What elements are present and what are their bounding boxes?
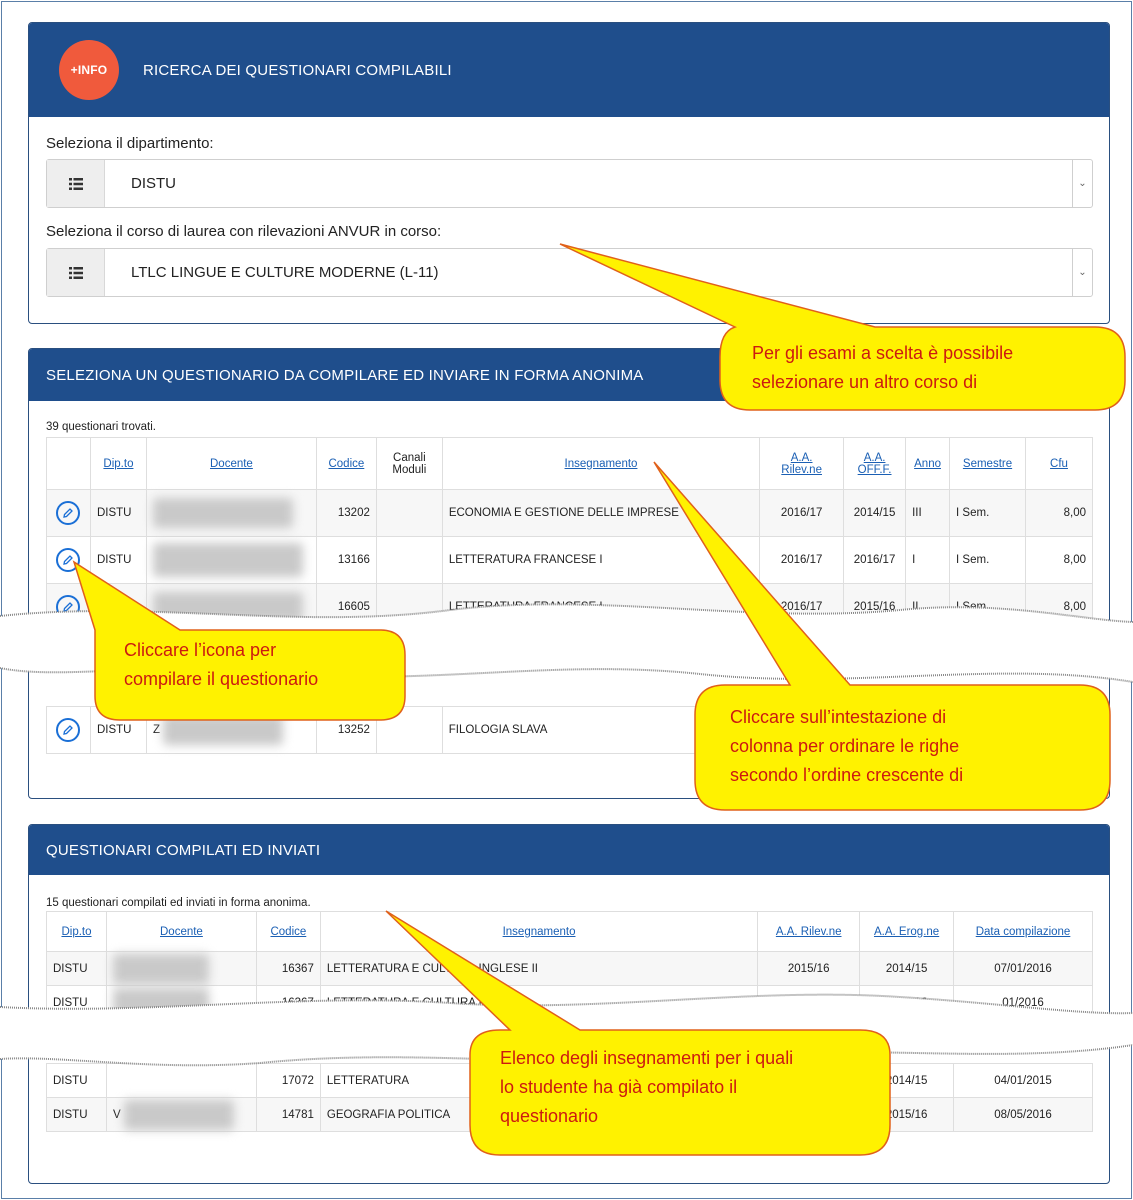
callout-3-line: Cliccare sull’intestazione di	[730, 707, 947, 727]
callout-4-line: lo studente ha già compilato il	[500, 1077, 738, 1097]
cell-docente	[105, 985, 257, 1020]
col-header-dipto[interactable]: Dip.to	[46, 911, 107, 952]
col-header-codice[interactable]: Codice	[255, 911, 321, 952]
chevron-down-icon[interactable]: ⌄	[1072, 160, 1092, 207]
cell-docente	[105, 1063, 257, 1098]
callout-2-line: compilare il questionario	[124, 669, 319, 689]
completed-panel-header: QUESTIONARI COMPILATI ED INVIATI	[29, 825, 1109, 875]
cell-codice: 16367	[255, 951, 321, 986]
callout-1-line: Per gli esami a scelta è possibile	[752, 343, 1014, 363]
cell-docente	[105, 951, 257, 986]
col-header-dipto[interactable]: Dip.to	[89, 437, 147, 490]
cell-codice: 13202	[315, 489, 377, 537]
department-value: DISTU	[131, 175, 176, 192]
cell-dipto: DISTU	[46, 985, 107, 1020]
col-header-icon	[46, 437, 91, 490]
completed-panel-title: QUESTIONARI COMPILATI ED INVIATI	[46, 841, 321, 859]
callout-2-line: Cliccare l’icona per	[124, 640, 277, 660]
cell-data: 07/01/2016	[953, 951, 1093, 986]
col-header-canali-line1: Canali	[393, 451, 426, 464]
cell-codice: 17072	[255, 1063, 321, 1098]
col-header-docente[interactable]: Docente	[105, 911, 257, 952]
cell-docente: V	[105, 1097, 257, 1132]
department-select[interactable]: DISTU ⌄	[46, 159, 1093, 208]
cell-codice: 14781	[255, 1097, 321, 1132]
callout-3-line: secondo l’ordine crescente di	[730, 765, 964, 785]
cell-data: 08/05/2016	[953, 1097, 1093, 1132]
col-header-codice[interactable]: Codice	[315, 437, 377, 490]
cell-dipto: DISTU	[46, 1097, 107, 1132]
callout-3-line: colonna per ordinare le righe	[730, 736, 960, 756]
cell-codice: 16367	[255, 985, 321, 1020]
row-edit-cell	[46, 489, 91, 537]
callout-1-line: selezionare un altro corso di	[752, 372, 978, 392]
completed-count: 15 questionari compilati ed inviati in f…	[46, 897, 311, 909]
callout-2: Cliccare l’icona per compilare il questi…	[124, 636, 318, 694]
department-label: Seleziona il dipartimento:	[46, 135, 214, 152]
pencil-icon[interactable]	[56, 501, 81, 525]
redacted-name	[112, 987, 209, 1018]
cell-data: 01/2016	[953, 985, 1093, 1020]
callout-1: Per gli esami a scelta è possibile selez…	[752, 339, 1013, 397]
col-header-data[interactable]: Data compilazione	[953, 911, 1093, 952]
list-icon	[47, 160, 105, 207]
docente-initial: V	[112, 1108, 121, 1121]
callout-4-line: questionario	[500, 1106, 599, 1126]
cell-data: 04/01/2015	[953, 1063, 1093, 1098]
callout-4-line: Elenco degli insegnamenti per i quali	[500, 1048, 794, 1068]
list-icon	[47, 249, 105, 296]
search-panel-header: +INFO RICERCA DEI QUESTIONARI COMPILABIL…	[29, 23, 1109, 117]
search-panel-title: RICERCA DEI QUESTIONARI COMPILABILI	[143, 61, 452, 79]
course-label: Seleziona il corso di laurea con rilevaz…	[46, 223, 442, 240]
redacted-name	[123, 1099, 234, 1130]
cell-docente	[145, 489, 317, 537]
cell-dipto: DISTU	[46, 1063, 107, 1098]
cell-dipto: DISTU	[89, 489, 147, 537]
info-button[interactable]: +INFO	[59, 40, 119, 100]
col-header-canali: Canali Moduli	[375, 437, 443, 490]
cell-canali	[375, 489, 443, 537]
results-count: 39 questionari trovati.	[46, 421, 156, 433]
col-header-docente[interactable]: Docente	[145, 437, 317, 490]
col-header-canali-line2: Moduli	[392, 463, 427, 476]
callout-4: Elenco degli insegnamenti per i quali lo…	[500, 1044, 793, 1131]
redacted-name	[112, 953, 209, 984]
callout-3: Cliccare sull’intestazione di colonna pe…	[730, 703, 963, 790]
cell-dipto: DISTU	[46, 951, 107, 986]
redacted-name	[152, 498, 293, 528]
